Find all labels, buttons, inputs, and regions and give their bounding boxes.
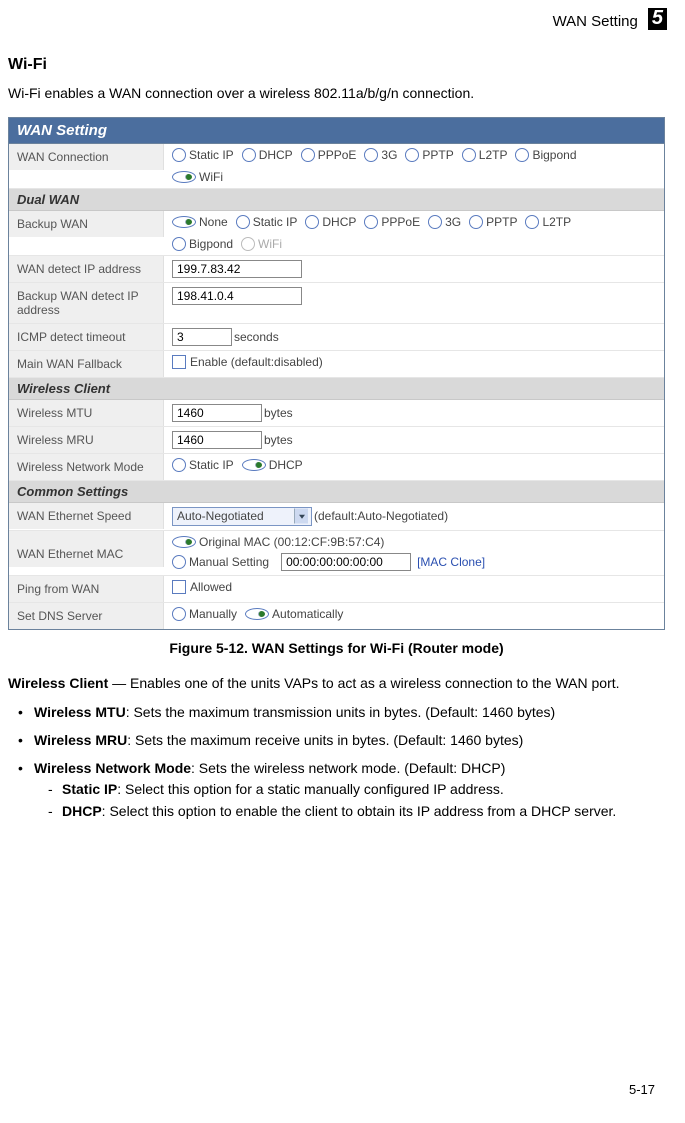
wireless-mode-dhcp[interactable]: DHCP: [242, 458, 303, 472]
speed-row: WAN Ethernet Speed Auto-Negotiated (defa…: [9, 503, 664, 531]
wan-conn-bigpond[interactable]: Bigpond: [515, 148, 576, 162]
wan-conn-dhcp[interactable]: DHCP: [242, 148, 293, 162]
wireless-mode-row: Wireless Network Mode Static IP DHCP: [9, 454, 664, 481]
mac-manual[interactable]: Manual Setting: [172, 555, 269, 569]
speed-select[interactable]: Auto-Negotiated: [172, 507, 312, 526]
mru-label: Wireless MRU: [9, 427, 164, 453]
backup-wan-detect-ip-label: Backup WAN detect IP address: [9, 283, 164, 323]
speed-hint: (default:Auto-Negotiated): [314, 509, 448, 523]
icmp-timeout-row: ICMP detect timeout seconds: [9, 324, 664, 351]
wan-conn-3g[interactable]: 3G: [364, 148, 397, 162]
wireless-client-heading: Wireless Client: [9, 378, 664, 400]
dhcp-term: DHCP: [62, 803, 102, 819]
wan-detect-ip-row: WAN detect IP address: [9, 256, 664, 283]
wireless-mode-static[interactable]: Static IP: [172, 458, 234, 472]
wan-conn-wifi[interactable]: WiFi: [172, 170, 223, 184]
mru-input[interactable]: [172, 431, 262, 449]
mac-clone-link[interactable]: [MAC Clone]: [417, 555, 485, 569]
backup-wan-none[interactable]: None: [172, 215, 228, 229]
static-ip-term: Static IP: [62, 781, 117, 797]
chapter-number: 5: [648, 8, 667, 30]
mtu-unit: bytes: [264, 406, 293, 420]
speed-label: WAN Ethernet Speed: [9, 503, 164, 529]
section-title: Wi-Fi: [8, 56, 665, 74]
wan-conn-pppoe[interactable]: PPPoE: [301, 148, 357, 162]
icmp-timeout-unit: seconds: [234, 330, 279, 344]
backup-wan-static-ip[interactable]: Static IP: [236, 215, 298, 229]
fallback-checkbox[interactable]: Enable (default:disabled): [172, 355, 323, 369]
backup-wan-row: Backup WAN None Static IP DHCP PPPoE 3G …: [9, 211, 664, 256]
mtu-term: Wireless MTU: [34, 704, 126, 720]
wan-conn-static-ip[interactable]: Static IP: [172, 148, 234, 162]
wan-detect-ip-label: WAN detect IP address: [9, 256, 164, 282]
backup-wan-detect-ip-row: Backup WAN detect IP address: [9, 283, 664, 324]
mac-row: WAN Ethernet MAC Original MAC (00:12:CF:…: [9, 531, 664, 576]
mru-row: Wireless MRU bytes: [9, 427, 664, 454]
backup-wan-label: Backup WAN: [9, 211, 164, 237]
mac-manual-input[interactable]: [281, 553, 411, 571]
backup-wan-pppoe[interactable]: PPPoE: [364, 215, 420, 229]
mru-unit: bytes: [264, 433, 293, 447]
dns-row: Set DNS Server Manually Automatically: [9, 603, 664, 629]
section-lead: Wi-Fi enables a WAN connection over a wi…: [8, 84, 665, 103]
backup-wan-pptp[interactable]: PPTP: [469, 215, 517, 229]
backup-wan-bigpond[interactable]: Bigpond: [172, 237, 233, 251]
figure-caption: Figure 5-12. WAN Settings for Wi-Fi (Rou…: [8, 640, 665, 656]
mtu-label: Wireless MTU: [9, 400, 164, 426]
wan-conn-pptp[interactable]: PPTP: [405, 148, 453, 162]
page-header: WAN Setting 5: [0, 0, 685, 38]
wan-connection-row: WAN Connection Static IP DHCP PPPoE 3G P…: [9, 144, 664, 189]
wan-setting-panel: WAN Setting WAN Connection Static IP DHC…: [8, 117, 665, 630]
wan-conn-l2tp[interactable]: L2TP: [462, 148, 508, 162]
backup-wan-l2tp[interactable]: L2TP: [525, 215, 571, 229]
header-title: WAN Setting: [553, 13, 638, 30]
backup-wan-3g[interactable]: 3G: [428, 215, 461, 229]
dns-manual[interactable]: Manually: [172, 607, 237, 621]
wan-detect-ip-input[interactable]: [172, 260, 302, 278]
wireless-mode-label: Wireless Network Mode: [9, 454, 164, 480]
dual-wan-heading: Dual WAN: [9, 189, 664, 211]
icmp-timeout-input[interactable]: [172, 328, 232, 346]
page-number: 5-17: [629, 1082, 655, 1097]
dns-label: Set DNS Server: [9, 603, 164, 629]
backup-wan-dhcp[interactable]: DHCP: [305, 215, 356, 229]
fallback-label: Main WAN Fallback: [9, 351, 164, 377]
mac-original[interactable]: Original MAC (00:12:CF:9B:57:C4): [172, 535, 384, 549]
panel-title: WAN Setting: [9, 118, 664, 144]
backup-wan-detect-ip-input[interactable]: [172, 287, 302, 305]
ping-checkbox[interactable]: Allowed: [172, 580, 232, 594]
mtu-input[interactable]: [172, 404, 262, 422]
ping-label: Ping from WAN: [9, 576, 164, 602]
mode-term: Wireless Network Mode: [34, 760, 191, 776]
common-settings-heading: Common Settings: [9, 481, 664, 503]
dns-auto[interactable]: Automatically: [245, 607, 343, 621]
mac-label: WAN Ethernet MAC: [9, 531, 164, 567]
icmp-timeout-label: ICMP detect timeout: [9, 324, 164, 350]
mtu-row: Wireless MTU bytes: [9, 400, 664, 427]
fallback-row: Main WAN Fallback Enable (default:disabl…: [9, 351, 664, 378]
ping-row: Ping from WAN Allowed: [9, 576, 664, 603]
wan-connection-label: WAN Connection: [9, 144, 164, 170]
body-text: Wireless Client — Enables one of the uni…: [8, 674, 665, 822]
mru-term: Wireless MRU: [34, 732, 127, 748]
backup-wan-wifi: WiFi: [241, 237, 282, 251]
wireless-client-term: Wireless Client: [8, 675, 108, 691]
